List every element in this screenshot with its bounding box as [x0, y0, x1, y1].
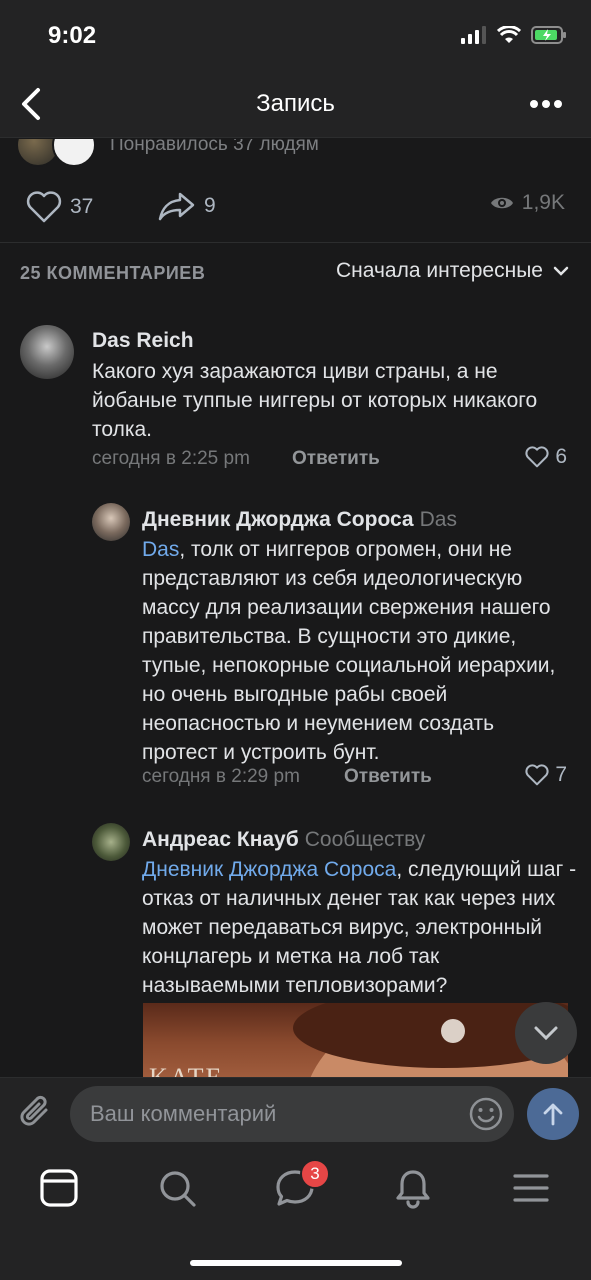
- chevron-down-icon: [534, 1026, 558, 1041]
- feed-tab-icon[interactable]: [38, 1167, 80, 1209]
- home-indicator: [190, 1260, 402, 1266]
- avatar[interactable]: [92, 503, 130, 541]
- avatar[interactable]: [92, 823, 130, 861]
- share-button[interactable]: 9: [158, 191, 216, 221]
- paperclip-icon[interactable]: [16, 1092, 54, 1132]
- messages-badge: 3: [300, 1159, 330, 1189]
- status-time: 9:02: [48, 22, 97, 49]
- sort-dropdown[interactable]: Сначала интересные: [336, 259, 569, 283]
- status-icons: [461, 26, 567, 44]
- arrow-up-icon: [543, 1103, 563, 1126]
- comment-reply: Дневник Джорджа Сороса Das Das, толк от н…: [0, 503, 591, 793]
- more-options-icon[interactable]: [529, 94, 563, 114]
- like-count: 37: [70, 195, 94, 218]
- comments-header: 25 КОММЕНТАРИЕВ Сначала интересные: [20, 259, 569, 289]
- photo-caption: KATE: [149, 1063, 223, 1077]
- comment-author[interactable]: Дневник Джорджа Сороса Das: [142, 508, 457, 532]
- likers-text: Понравилось 37 людям: [110, 139, 319, 155]
- reply-button[interactable]: Ответить: [344, 766, 432, 788]
- views-count: 1,9K: [521, 191, 565, 214]
- comment-text: Какого хуя заражаются циви страны, а не …: [92, 360, 538, 441]
- heart-icon: [525, 764, 549, 786]
- comment-like-button[interactable]: 7: [525, 763, 567, 787]
- comment-composer: [0, 1077, 591, 1149]
- eye-icon: [490, 197, 513, 209]
- wifi-icon: [497, 26, 521, 43]
- mention-link[interactable]: Das: [142, 538, 179, 561]
- reply-to: Сообществу: [304, 828, 426, 851]
- heart-icon: [26, 191, 62, 223]
- comment-like-button[interactable]: 6: [525, 445, 567, 469]
- likers-row[interactable]: Понравилось 37 людям: [16, 139, 319, 167]
- divider: [0, 242, 591, 243]
- comment-like-count: 6: [555, 445, 567, 468]
- comment-input[interactable]: [70, 1086, 514, 1142]
- mention-link[interactable]: Дневник Джорджа Сороса: [142, 858, 396, 881]
- send-button[interactable]: [527, 1088, 579, 1140]
- comment-text: Дневник Джорджа Сороса, следующий шаг - …: [142, 858, 577, 997]
- status-bar: 9:02: [0, 0, 591, 70]
- sort-label: Сначала интересные: [336, 259, 543, 282]
- reply-to: Das: [419, 508, 457, 531]
- avatar[interactable]: [20, 325, 74, 379]
- reply-button[interactable]: Ответить: [292, 448, 380, 470]
- comment: Das Reich Какого хуя заражаются циви стр…: [0, 325, 591, 475]
- comments-count: 25 КОММЕНТАРИЕВ: [20, 263, 206, 283]
- chevron-down-icon: [553, 266, 569, 276]
- comment-photo[interactable]: KATE: [143, 1003, 568, 1077]
- menu-tab-icon[interactable]: [510, 1167, 552, 1209]
- post-actions: 37 9 1,9K: [0, 185, 591, 233]
- liker-avatar: [52, 139, 96, 167]
- nav-bar: Запись: [0, 70, 591, 138]
- emoji-icon[interactable]: [468, 1096, 504, 1132]
- page-title: Запись: [256, 90, 335, 117]
- share-arrow-icon: [158, 192, 195, 221]
- signal-icon: [461, 26, 486, 44]
- comment-author[interactable]: Андреас Кнауб Сообществу: [142, 828, 425, 852]
- scroll-down-button[interactable]: [515, 1002, 577, 1064]
- comment-time: сегодня в 2:25 pm: [92, 448, 250, 469]
- bell-tab-icon[interactable]: [392, 1167, 434, 1209]
- heart-icon: [525, 446, 549, 468]
- tab-bar: 3: [0, 1149, 591, 1280]
- search-tab-icon[interactable]: [156, 1167, 198, 1209]
- share-count: 9: [204, 194, 216, 217]
- post-content[interactable]: Понравилось 37 людям 37 9 1,9K 25 КОММЕН…: [0, 139, 591, 1077]
- comment-like-count: 7: [555, 763, 567, 786]
- comment-time: сегодня в 2:29 pm: [142, 766, 300, 787]
- comment-author[interactable]: Das Reich: [92, 329, 194, 353]
- battery-icon: [531, 26, 566, 44]
- views-counter: 1,9K: [490, 191, 565, 215]
- comment-text: Das, толк от ниггеров огромен, они не пр…: [142, 538, 556, 764]
- like-button[interactable]: 37: [26, 191, 93, 223]
